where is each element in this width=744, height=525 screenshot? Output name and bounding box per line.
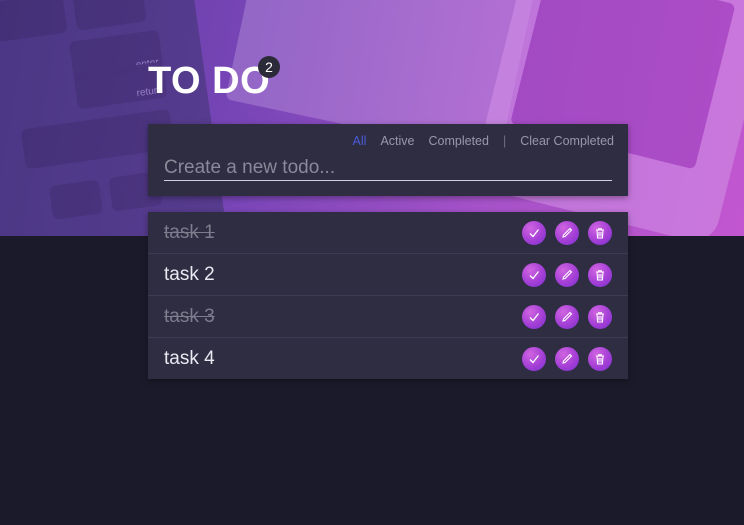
delete-button[interactable] [588, 347, 612, 371]
edit-button[interactable] [555, 263, 579, 287]
pencil-icon [562, 269, 573, 280]
delete-button[interactable] [588, 263, 612, 287]
todo-label[interactable]: task 4 [164, 348, 215, 370]
todo-item: task 1 [148, 212, 628, 254]
pencil-icon [562, 311, 573, 322]
hero-background: enter return shift [0, 0, 744, 236]
filter-active[interactable]: Active [380, 134, 414, 148]
todo-item: task 3 [148, 296, 628, 338]
todo-item: task 4 [148, 338, 628, 379]
edit-button[interactable] [555, 347, 579, 371]
edit-button[interactable] [555, 305, 579, 329]
title-block: TO DO 2 [148, 56, 280, 103]
todo-actions [522, 263, 612, 287]
page-title: TO DO [148, 60, 271, 102]
check-icon [529, 313, 540, 322]
todo-label[interactable]: task 2 [164, 264, 215, 286]
todo-actions [522, 305, 612, 329]
trash-icon [596, 354, 604, 365]
todo-actions [522, 221, 612, 245]
complete-button[interactable] [522, 347, 546, 371]
complete-button[interactable] [522, 305, 546, 329]
check-icon [529, 355, 540, 364]
todo-count-badge: 2 [258, 56, 280, 78]
phone-image [469, 0, 744, 236]
todo-actions [522, 347, 612, 371]
edit-button[interactable] [555, 221, 579, 245]
filter-separator: | [502, 134, 507, 148]
todo-label[interactable]: task 3 [164, 306, 215, 328]
trash-icon [596, 312, 604, 323]
filter-bar: All Active Completed | Clear Completed [353, 134, 614, 148]
new-todo-panel: All Active Completed | Clear Completed [148, 124, 628, 196]
keyboard-image: enter return shift [0, 0, 229, 236]
todo-item: task 2 [148, 254, 628, 296]
new-todo-input[interactable] [164, 156, 612, 181]
check-icon [529, 271, 540, 280]
delete-button[interactable] [588, 305, 612, 329]
complete-button[interactable] [522, 221, 546, 245]
check-icon [529, 229, 540, 238]
todo-label[interactable]: task 1 [164, 222, 215, 244]
todo-list: task 1 task 2 task 3 task 4 [148, 212, 628, 379]
delete-button[interactable] [588, 221, 612, 245]
filter-completed[interactable]: Completed [429, 134, 489, 148]
clear-completed-button[interactable]: Clear Completed [520, 134, 614, 148]
trash-icon [596, 228, 604, 239]
filter-all[interactable]: All [353, 134, 367, 148]
pencil-icon [562, 227, 573, 238]
pencil-icon [562, 353, 573, 364]
complete-button[interactable] [522, 263, 546, 287]
trash-icon [596, 270, 604, 281]
